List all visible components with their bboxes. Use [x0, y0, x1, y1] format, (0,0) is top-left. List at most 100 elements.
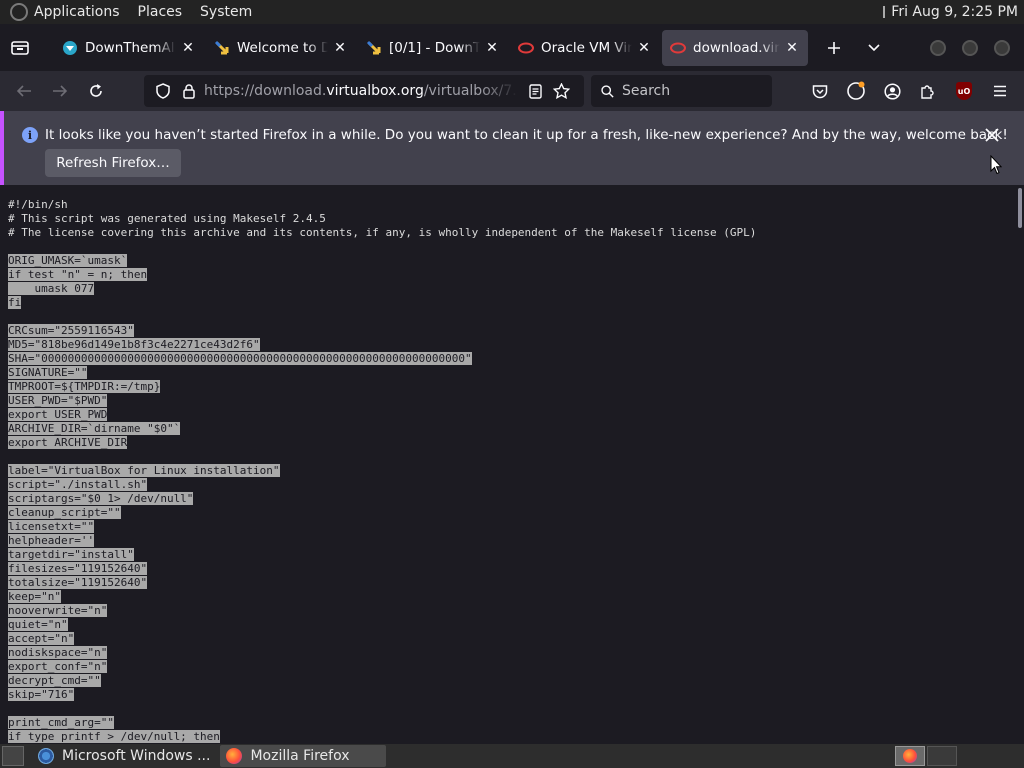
reload-button[interactable]	[78, 75, 114, 107]
show-desktop-button[interactable]	[2, 746, 24, 766]
close-icon[interactable]: ✕	[332, 40, 348, 56]
oracle-icon	[670, 40, 686, 56]
search-input[interactable]	[622, 83, 762, 99]
taskbar-item-label: Mozilla Firefox	[250, 748, 350, 764]
script-line: licensetxt=""	[8, 520, 756, 534]
script-line-text: umask 077	[8, 282, 95, 295]
tab-downthemall[interactable]: DownThemAll! ✕	[54, 30, 204, 66]
script-line: decrypt_cmd=""	[8, 674, 756, 688]
tab-download-virtualbox[interactable]: download.virtualbox.org ✕	[662, 29, 808, 66]
distro-logo-icon[interactable]	[10, 3, 28, 21]
script-line: nooverwrite="n"	[8, 604, 756, 618]
close-icon[interactable]: ✕	[484, 40, 500, 56]
script-line	[8, 450, 756, 464]
close-icon[interactable]: ✕	[784, 40, 800, 56]
script-line: if test "n" = n; then	[8, 268, 756, 282]
firefox-icon	[903, 749, 917, 763]
downloads-button[interactable]	[838, 75, 874, 107]
tab-title: Oracle VM VirtualBox	[541, 39, 632, 56]
system-menu[interactable]: System	[200, 4, 252, 20]
navigation-toolbar: https://download.virtualbox.org/virtualb…	[0, 71, 1024, 111]
download-progress-icon	[847, 81, 865, 100]
lock-icon[interactable]	[178, 83, 200, 99]
tab-downthemall-progress[interactable]: [0/1] - DownThemAll! ✕	[358, 30, 508, 66]
script-line: umask 077	[8, 282, 756, 296]
script-line-text: fi	[8, 296, 22, 309]
bookmark-star-icon[interactable]	[550, 83, 572, 99]
shield-icon[interactable]	[152, 83, 174, 99]
script-line-text: totalsize="119152640"	[8, 576, 148, 589]
script-line-text: export USER_PWD	[8, 408, 108, 421]
script-line-text: nooverwrite="n"	[8, 604, 108, 617]
new-tab-button[interactable]	[816, 30, 852, 66]
taskbar-item-firefox[interactable]: Mozilla Firefox	[220, 745, 387, 767]
places-menu[interactable]: Places	[138, 4, 183, 20]
script-line: ORIG_UMASK=`umask`	[8, 254, 756, 268]
shell-script-text[interactable]: #!/bin/sh # This script was generated usi…	[8, 198, 756, 744]
pocket-icon	[812, 84, 828, 98]
script-line-text: USER_PWD="$PWD"	[8, 394, 108, 407]
script-line-text: decrypt_cmd=""	[8, 674, 101, 687]
script-line-text: scriptargs="$0 1> /dev/null"	[8, 492, 194, 505]
workspace-2[interactable]	[927, 746, 957, 766]
applications-menu[interactable]: Applications	[34, 4, 120, 20]
ublock-origin-icon: uO	[956, 82, 972, 100]
maximize-button[interactable]	[962, 39, 978, 56]
script-line: export_conf="n"	[8, 660, 756, 674]
firefox-view-button[interactable]	[2, 30, 38, 66]
forward-button[interactable]	[42, 75, 78, 107]
script-line: keep="n"	[8, 590, 756, 604]
close-icon[interactable]: ✕	[180, 40, 196, 56]
downthemall-arrow-icon	[214, 40, 230, 56]
script-line-text: TMPROOT=${TMPDIR:=/tmp}	[8, 380, 161, 393]
firefox-icon	[226, 748, 243, 764]
clock-date[interactable]: Fri Aug 9,	[891, 4, 957, 20]
scrollbar-thumb[interactable]	[1018, 188, 1022, 228]
close-icon[interactable]: ✕	[636, 40, 652, 56]
script-line-text: if type printf > /dev/null; then	[8, 730, 220, 743]
script-line: CRCsum="2559116543"	[8, 324, 756, 338]
bottom-taskbar: Microsoft Windows ... Mozilla Firefox	[0, 744, 1024, 768]
refresh-firefox-button[interactable]: Refresh Firefox…	[45, 149, 181, 177]
mouse-pointer-icon	[990, 155, 1002, 175]
script-line: accept="n"	[8, 632, 756, 646]
clock-time[interactable]: 2:25 PM	[962, 4, 1018, 20]
address-bar[interactable]: https://download.virtualbox.org/virtualb…	[144, 75, 584, 107]
script-line: ARCHIVE_DIR=`dirname "$0"`	[8, 422, 756, 436]
script-line: scriptargs="$0 1> /dev/null"	[8, 492, 756, 506]
extensions-button[interactable]	[910, 75, 946, 107]
script-line: # This script was generated using Makese…	[8, 212, 756, 226]
back-button[interactable]	[6, 75, 42, 107]
script-line: if type printf > /dev/null; then	[8, 730, 756, 744]
account-button[interactable]	[874, 75, 910, 107]
application-menu-button[interactable]	[982, 75, 1018, 107]
script-line: quiet="n"	[8, 618, 756, 632]
search-bar[interactable]	[591, 75, 772, 107]
downthemall-icon	[62, 40, 78, 56]
system-top-panel: Applications Places System Fri Aug 9, 2:…	[0, 0, 1024, 24]
script-line	[8, 702, 756, 716]
taskbar-item-windows[interactable]: Microsoft Windows ...	[32, 745, 216, 767]
pocket-button[interactable]	[802, 75, 838, 107]
vertical-scrollbar[interactable]	[1016, 188, 1024, 744]
chevron-down-icon	[868, 43, 880, 51]
workspace-1[interactable]	[895, 746, 925, 766]
url-text[interactable]: https://download.virtualbox.org/virtualb…	[204, 83, 518, 99]
script-line: totalsize="119152640"	[8, 576, 756, 590]
close-window-button[interactable]	[994, 39, 1010, 56]
list-all-tabs-button[interactable]	[856, 30, 892, 66]
tab-oracle-virtualbox[interactable]: Oracle VM VirtualBox ✕	[510, 30, 660, 66]
reload-icon	[90, 84, 102, 97]
script-line-text: # The license covering this archive and …	[8, 226, 757, 239]
account-icon	[883, 82, 901, 100]
arrow-left-icon	[16, 85, 31, 97]
reader-view-icon[interactable]	[524, 83, 546, 99]
script-line-text: ARCHIVE_DIR=`dirname "$0"`	[8, 422, 181, 435]
ublock-origin-button[interactable]: uO	[946, 75, 982, 107]
script-line: # The license covering this archive and …	[8, 226, 756, 240]
script-line: USER_PWD="$PWD"	[8, 394, 756, 408]
close-notification-button[interactable]	[985, 123, 999, 147]
tab-welcome-downthemall[interactable]: Welcome to DownThemAll! ✕	[206, 30, 356, 66]
minimize-button[interactable]	[930, 39, 946, 56]
toolbar-right-buttons: uO	[802, 75, 1018, 107]
